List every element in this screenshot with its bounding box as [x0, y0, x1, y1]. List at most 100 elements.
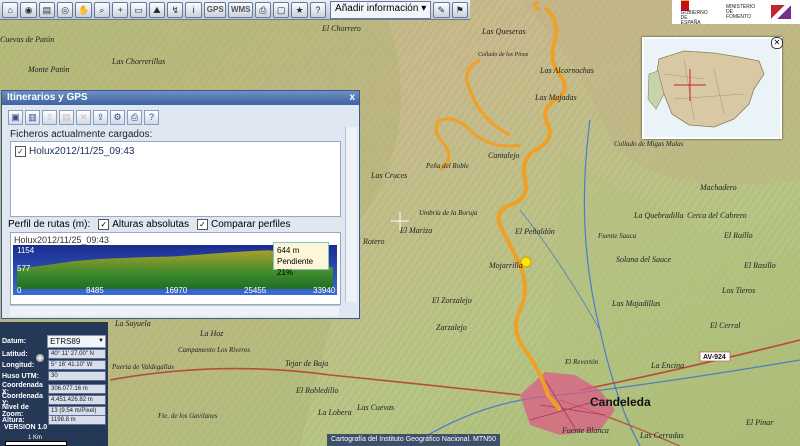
map-label: Candeleda	[590, 395, 651, 409]
file-checkbox[interactable]: ✓	[15, 146, 26, 157]
globe-icon[interactable]: ◉	[20, 1, 37, 18]
print-track-icon[interactable]: ⎙	[127, 109, 142, 125]
route-icon[interactable]: ↯	[167, 1, 184, 18]
map-label: Cuevas de Patón	[0, 35, 54, 44]
utm-zone-value: 30	[48, 371, 106, 381]
map-label: Campamento Los Riveros	[178, 346, 250, 354]
panel-toolbar: ▣ ▥ ⇧ ▤ ✕ ⇪ ⚙ ⎙ ?	[2, 107, 359, 127]
chevron-down-icon: ▼	[98, 338, 104, 344]
edit-icon[interactable]: ✎	[433, 1, 450, 18]
panel-title: Itinerarios y GPS	[7, 92, 88, 103]
map-label: El Mariza	[399, 226, 432, 235]
panel-title-bar[interactable]: Itinerarios y GPS x	[2, 91, 359, 105]
map-label: Monte Patón	[27, 65, 70, 74]
elevation-profile[interactable]: Holux2012/11/25_09:43 1154 577 0 8485 16970 2…	[10, 232, 341, 305]
map-label: Las Cuevas	[356, 403, 394, 412]
window-icon[interactable]: ▢	[273, 1, 290, 18]
profile-label: Perfil de rutas (m):	[8, 219, 91, 230]
help-icon[interactable]: ?	[309, 1, 327, 18]
map-label: Cantalejo	[488, 151, 520, 160]
altitude-value: 1198.8 m	[48, 415, 106, 425]
profile-icon[interactable]: ⛰	[148, 1, 166, 18]
print-icon[interactable]: ⎙	[254, 1, 272, 18]
map-label: El Raíllo	[723, 231, 753, 240]
latitude-value: 40° 11' 27.00" N	[48, 349, 106, 359]
datum-select[interactable]: ETRS89 ▼	[47, 335, 106, 348]
loaded-files-list: ✓ Holux2012/11/25_09:43	[10, 141, 341, 217]
map-label: Machadero	[699, 183, 737, 192]
zoom-in-icon[interactable]: +	[112, 1, 129, 18]
map-label: El Rasillo	[743, 261, 776, 270]
coordinates-panel: Datum: ETRS89 ▼ Latitud: 40° 11' 27.00" N…	[0, 322, 108, 446]
map-label: Mojarrilla	[488, 261, 523, 270]
wms-button[interactable]: WMS	[227, 1, 253, 18]
open-folder-icon[interactable]: ▥	[25, 109, 40, 125]
map-label: La Encina	[650, 361, 684, 370]
panel-vertical-scrollbar[interactable]	[345, 127, 357, 302]
profile-y-tick: 577	[17, 264, 31, 273]
search-icon[interactable]: ⌕	[93, 1, 111, 18]
file-name: Holux2012/11/25_09:43	[29, 146, 135, 157]
ign-logo-icon	[771, 5, 792, 19]
load-file-icon[interactable]: ▣	[8, 109, 23, 125]
map-label: Collado de los Pinos	[478, 52, 529, 58]
longitude-label: Longitud:	[2, 361, 35, 369]
panel-help-icon[interactable]: ?	[144, 109, 159, 125]
map-label: Las Cruces	[370, 171, 407, 180]
save-icon[interactable]: ▤	[59, 109, 74, 125]
profile-y-tick: 0	[17, 286, 22, 295]
gps-button[interactable]: GPS	[203, 1, 226, 18]
settings-icon[interactable]: ⚙	[110, 109, 125, 125]
profile-tooltip: 644 m Pendiente 21%	[273, 242, 329, 277]
layers-icon[interactable]: ▤	[38, 1, 56, 18]
pan-icon[interactable]: ✋	[75, 1, 92, 18]
measure-icon[interactable]: ▭	[130, 1, 147, 18]
delete-icon[interactable]: ✕	[76, 109, 91, 125]
profile-x-tick: 25455	[244, 286, 267, 295]
map-label: Fuente Blanca	[561, 426, 609, 435]
map-label: El Robledillo	[295, 386, 338, 395]
map-label: Puerta de Valdegallas	[111, 363, 174, 371]
datum-label: Datum:	[2, 338, 27, 345]
upload-icon[interactable]: ⇧	[42, 109, 57, 125]
absolute-heights-label: Alturas absolutas	[112, 219, 189, 230]
compare-profiles-label: Comparar perfiles	[210, 219, 291, 230]
flag-icon[interactable]: ⚑	[451, 1, 468, 18]
info-icon[interactable]: i	[185, 1, 202, 18]
panel-horizontal-scrollbar[interactable]	[10, 305, 339, 316]
map-label: Umbría de la Boruja	[419, 209, 478, 217]
scale-bar: 1 Km	[5, 435, 85, 446]
compare-profiles-checkbox[interactable]: ✓	[196, 219, 208, 230]
map-label: La Lobera	[317, 408, 352, 417]
map-label: Collado de Migas Malas	[614, 140, 684, 148]
panel-close-button[interactable]: x	[349, 91, 355, 105]
favorite-icon[interactable]: ★	[291, 1, 308, 18]
minimap-close-icon[interactable]: ✕	[771, 37, 783, 49]
map-label: Rotero	[362, 237, 384, 246]
gov-logo: GOBIERNO DE ESPAÑA	[680, 0, 709, 26]
map-label: Peña del Roble	[425, 162, 469, 170]
add-information-menu[interactable]: Añadir información ▾	[330, 0, 432, 19]
map-label: Las Majadas	[534, 93, 577, 102]
satellite-icon[interactable]: ◎	[57, 1, 74, 18]
list-item[interactable]: ✓ Holux2012/11/25_09:43	[15, 146, 134, 157]
main-toolbar: ⌂ ◉ ▤ ◎ ✋ ⌕ + ▭ ⛰ ↯ i GPS WMS ⎙ ▢ ★ ? Añ…	[0, 0, 470, 20]
map-label: Cerca del Cabrero	[687, 211, 747, 220]
map-label: Las Majadillas	[611, 299, 660, 308]
overview-minimap[interactable]	[642, 37, 782, 139]
map-label: La Hoz	[199, 329, 224, 338]
home-icon[interactable]: ⌂	[2, 1, 19, 18]
map-label: El Pinar	[745, 418, 774, 427]
map-label: Las Cerradas	[639, 431, 684, 440]
profile-x-tick: 16970	[165, 286, 188, 295]
profile-track-name: Holux2012/11/25_09:43	[14, 235, 109, 245]
version-label: VERSION 1.0	[4, 424, 48, 431]
export-icon[interactable]: ⇪	[93, 109, 108, 125]
absolute-heights-checkbox[interactable]: ✓	[98, 219, 110, 230]
utm-zone-label: Huso UTM:	[2, 372, 39, 380]
profile-x-tick: 33940	[313, 286, 336, 295]
map-label: El Chorrero	[321, 24, 361, 33]
map-label: Tejar de Baja	[285, 359, 328, 368]
map-label: Los Tieros	[721, 286, 755, 295]
profile-x-tick: 8485	[86, 286, 104, 295]
